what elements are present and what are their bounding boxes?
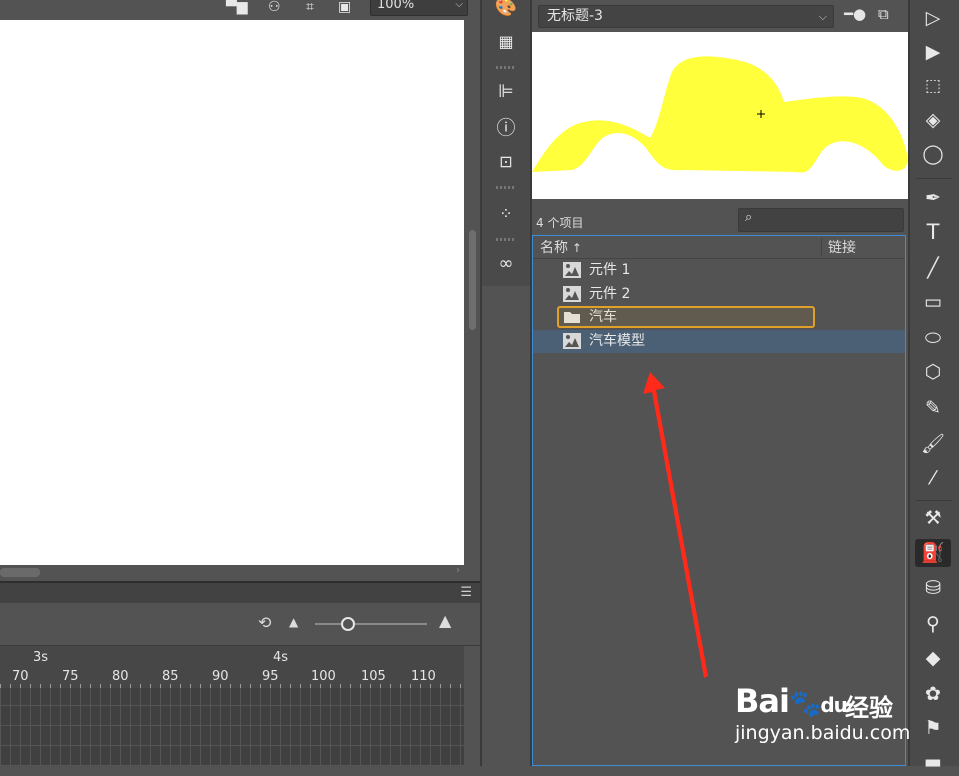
item-count: 4 个项目 bbox=[536, 216, 584, 230]
sort-ascending-icon: ↑ bbox=[568, 241, 582, 255]
frames-grid[interactable] bbox=[0, 688, 464, 766]
column-linkage-header[interactable]: 链接 bbox=[828, 237, 856, 257]
frame-number: 75 bbox=[62, 669, 79, 684]
search-icon: ⌕ bbox=[745, 210, 753, 225]
text-tool-icon[interactable]: T bbox=[915, 218, 951, 246]
annotation-arrow bbox=[643, 372, 708, 678]
time-label: 4s bbox=[273, 650, 289, 665]
time-label: 3s bbox=[33, 650, 49, 665]
oval-tool-icon[interactable]: ⬭ bbox=[915, 324, 951, 352]
eyedropper-tool-icon[interactable]: ⚲ bbox=[915, 610, 951, 638]
frame-number: 95 bbox=[262, 669, 279, 684]
rectangle-tool-icon[interactable]: ▭ bbox=[915, 288, 951, 316]
clip-content-icon[interactable]: ▣ bbox=[338, 0, 351, 14]
watermark-url: jingyan.baidu.com bbox=[735, 722, 911, 744]
stage-horizontal-scrollbar[interactable]: › bbox=[0, 565, 464, 581]
timeline-scroll-strip bbox=[464, 646, 480, 766]
align-icon[interactable]: ⊫ bbox=[482, 80, 530, 104]
zoom-out-icon[interactable]: ▲ bbox=[289, 615, 298, 629]
new-library-panel-icon[interactable]: ⧉ bbox=[878, 5, 889, 23]
library-item[interactable]: 元件 1 bbox=[533, 259, 905, 282]
dock-grip[interactable] bbox=[496, 238, 516, 241]
panel-icon-dock: 🎨 ▦ ⊫ ⓘ ⊡ ⁘ ∞ bbox=[482, 0, 531, 286]
stage-vertical-scrollbar[interactable] bbox=[464, 20, 480, 565]
3d-rotation-tool-icon[interactable]: ◈ bbox=[915, 106, 951, 134]
frame-number: 110 bbox=[411, 669, 436, 684]
scroll-thumb[interactable] bbox=[469, 230, 476, 330]
zoom-value: 100% bbox=[377, 0, 415, 12]
baidu-watermark: Bai🐾du 经验 jingyan.baidu.com bbox=[733, 682, 959, 766]
panel-menu-icon[interactable]: ☰ bbox=[460, 585, 472, 600]
tool-separator bbox=[916, 178, 952, 179]
document-name: 无标题-3 bbox=[547, 8, 603, 24]
subselection-tool-icon[interactable]: ▶ bbox=[915, 38, 951, 66]
polystar-tool-icon[interactable]: ⬡ bbox=[915, 358, 951, 386]
car-shape bbox=[532, 56, 908, 173]
timeline-header: ☰ bbox=[0, 583, 480, 603]
frame-number: 90 bbox=[212, 669, 229, 684]
paint-bucket-tool-icon[interactable]: ⛽ bbox=[915, 539, 951, 567]
dock-grip[interactable] bbox=[496, 66, 516, 69]
creative-cloud-icon[interactable]: ∞ bbox=[482, 252, 530, 276]
camera-icon[interactable]: ⚇ bbox=[268, 0, 281, 14]
frame-number: 100 bbox=[311, 669, 336, 684]
paw-icon: 🐾 bbox=[788, 689, 821, 719]
graphic-symbol-icon bbox=[563, 286, 581, 302]
annotation-highlight-box bbox=[557, 306, 815, 328]
document-dropdown[interactable]: 无标题-3 ⌵ bbox=[538, 5, 834, 28]
brush-tool-icon[interactable]: ⁄ bbox=[915, 464, 951, 492]
info-icon[interactable]: ⓘ bbox=[482, 116, 530, 140]
selection-tool-icon[interactable]: ▷ bbox=[915, 4, 951, 32]
dock-grip[interactable] bbox=[496, 186, 516, 189]
zoom-dropdown[interactable]: 100% ⌵ bbox=[370, 0, 468, 16]
center-stage-icon[interactable]: ⌗ bbox=[306, 0, 314, 14]
item-label: 元件 2 bbox=[589, 286, 631, 302]
color-palette-icon[interactable]: 🎨 bbox=[482, 0, 530, 20]
watermark-label: 经验 bbox=[845, 694, 893, 722]
zoom-in-icon[interactable]: ▲ bbox=[439, 611, 451, 630]
eraser-tool-icon[interactable]: ◆ bbox=[915, 644, 951, 672]
empty-dock-area bbox=[482, 286, 530, 766]
car-shape-preview bbox=[532, 56, 908, 173]
scroll-thumb[interactable] bbox=[0, 568, 40, 577]
chevron-right-icon[interactable]: › bbox=[456, 565, 460, 576]
item-label: 元件 1 bbox=[589, 262, 631, 278]
transform-icon[interactable]: ⊡ bbox=[482, 150, 530, 174]
column-name-header[interactable]: 名称 ↑ bbox=[540, 237, 582, 257]
frame-size-slider[interactable] bbox=[315, 623, 427, 625]
free-transform-tool-icon[interactable]: ⬚ bbox=[915, 72, 951, 100]
tool-separator bbox=[916, 500, 952, 501]
line-tool-icon[interactable]: ╱ bbox=[915, 254, 951, 282]
lasso-tool-icon[interactable]: ◯ bbox=[915, 140, 951, 168]
pin-icon[interactable]: ━● bbox=[844, 5, 866, 23]
library-preview bbox=[532, 32, 908, 199]
loop-icon[interactable]: ⟲ bbox=[258, 613, 271, 632]
column-divider[interactable] bbox=[821, 238, 822, 256]
frame-number: 105 bbox=[361, 669, 386, 684]
chevron-down-icon: ⌵ bbox=[455, 0, 463, 10]
pencil-tool-icon[interactable]: ✎ bbox=[915, 394, 951, 422]
slider-knob[interactable] bbox=[341, 617, 355, 631]
column-name-label: 名称 bbox=[540, 240, 568, 256]
graphic-symbol-icon bbox=[563, 262, 581, 278]
ink-bottle-tool-icon[interactable]: ⛁ bbox=[915, 574, 951, 602]
frame-number: 80 bbox=[112, 669, 129, 684]
bone-tool-icon[interactable]: ⚒ bbox=[915, 504, 951, 532]
motion-presets-icon[interactable]: ⁘ bbox=[482, 202, 530, 226]
chevron-down-icon: ⌵ bbox=[818, 10, 827, 23]
frame-number: 85 bbox=[162, 669, 179, 684]
stage-canvas[interactable] bbox=[0, 20, 464, 565]
frame-number: 70 bbox=[12, 669, 29, 684]
clip-icon[interactable]: ▀▆ bbox=[226, 0, 248, 14]
library-search-input[interactable]: ⌕ bbox=[738, 208, 904, 232]
watermark-logo: Bai🐾du bbox=[735, 682, 848, 720]
pen-tool-icon[interactable]: ✒ bbox=[915, 184, 951, 212]
paint-brush-tool-icon[interactable]: 🖌 bbox=[915, 430, 951, 458]
library-item[interactable]: 元件 2 bbox=[533, 283, 905, 306]
swatches-icon[interactable]: ▦ bbox=[482, 30, 530, 54]
